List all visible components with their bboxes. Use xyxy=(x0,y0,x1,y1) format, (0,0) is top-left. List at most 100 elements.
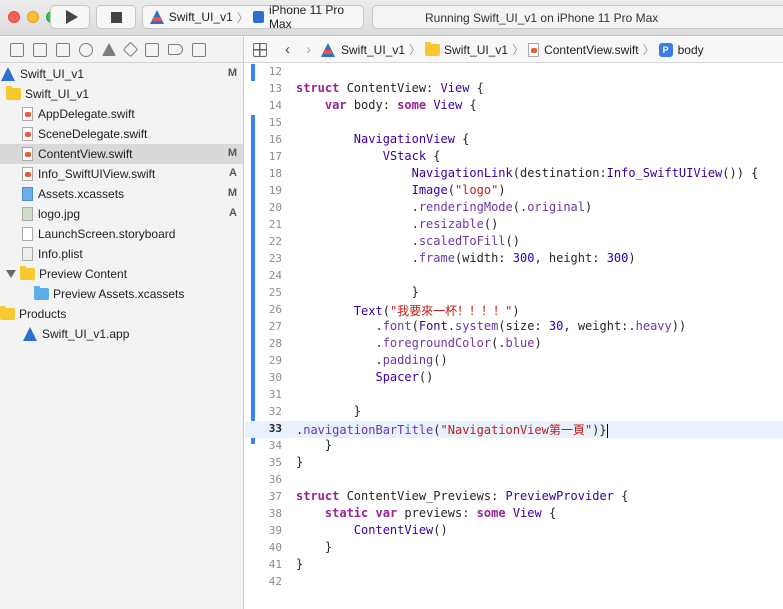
minimize-window-button[interactable] xyxy=(27,11,39,23)
line-number: 36 xyxy=(268,473,282,486)
code-line[interactable]: 16 NavigationView { xyxy=(245,132,783,149)
path-separator: 〉 xyxy=(409,43,422,57)
jump-bar-file[interactable]: ContentView.swift xyxy=(528,42,639,57)
code-line[interactable]: 26 Text("我要來一杯！！！！") xyxy=(245,302,783,319)
line-number: 16 xyxy=(268,133,282,146)
code-text: } xyxy=(296,557,304,571)
disclosure-triangle-icon[interactable] xyxy=(6,270,16,278)
code-line[interactable]: 19 Image("logo") xyxy=(245,183,783,200)
line-number: 20 xyxy=(268,201,282,214)
code-line[interactable]: 12 xyxy=(245,64,783,81)
code-line[interactable]: 39 ContentView() xyxy=(245,523,783,540)
tree-item-label: Swift_UI_v1.app xyxy=(42,327,130,341)
code-line[interactable]: 23 .frame(width: 300, height: 300) xyxy=(245,251,783,268)
tree-item-label: Products xyxy=(19,307,67,321)
code-line[interactable]: 32 } xyxy=(245,404,783,421)
tree-item-label: Assets.xcassets xyxy=(38,187,125,201)
code-line[interactable]: 17 VStack { xyxy=(245,149,783,166)
close-window-button[interactable] xyxy=(8,11,20,23)
img-file-icon xyxy=(22,207,33,221)
symbol-tab-icon[interactable] xyxy=(56,42,70,57)
jump-bar-project-label: Swift_UI_v1 xyxy=(341,42,406,57)
forward-icon[interactable]: › xyxy=(306,41,311,58)
tree-item[interactable]: Swift_UI_v1 xyxy=(0,84,243,104)
navigator-tabs xyxy=(0,37,243,63)
source-control-badge: A xyxy=(229,167,237,179)
related-items-icon[interactable] xyxy=(253,42,267,57)
code-line[interactable]: 37 struct ContentView_Previews: PreviewPr… xyxy=(245,489,783,506)
tree-item[interactable]: Info.plist xyxy=(0,244,243,264)
property-icon: P xyxy=(658,42,673,57)
code-text: } xyxy=(296,455,304,469)
code-line[interactable]: 29 .padding() xyxy=(245,353,783,370)
tree-item[interactable]: Swift_UI_v1 M xyxy=(0,64,243,84)
code-text: } xyxy=(296,404,362,418)
issue-tab-icon[interactable] xyxy=(102,43,116,56)
jump-bar-symbol[interactable]: Pbody xyxy=(658,42,704,57)
code-line[interactable]: 30 Spacer() xyxy=(245,370,783,387)
xcassets-file-icon xyxy=(22,187,33,201)
report-tab-icon[interactable] xyxy=(192,42,206,57)
code-line[interactable]: 34 } xyxy=(245,438,783,455)
path-separator: 〉 xyxy=(642,43,655,57)
tree-item[interactable]: Swift_UI_v1.app xyxy=(0,324,243,344)
back-icon[interactable]: ‹ xyxy=(285,41,290,58)
tree-item[interactable]: Preview Content xyxy=(0,264,243,284)
plist-file-icon xyxy=(22,247,33,261)
tree-item[interactable]: Info_SwiftUIView.swift A xyxy=(0,164,243,184)
tree-item[interactable]: ContentView.swift M xyxy=(0,144,243,164)
project-navigator-tab-icon[interactable] xyxy=(10,42,24,57)
jump-bar-group-label: Swift_UI_v1 xyxy=(444,42,509,57)
code-line[interactable]: 24 xyxy=(245,268,783,285)
find-tab-icon[interactable] xyxy=(79,42,93,57)
run-button[interactable] xyxy=(50,5,90,29)
jump-bar-project[interactable]: Swift_UI_v1 xyxy=(319,42,405,58)
tree-item[interactable]: SceneDelegate.swift xyxy=(0,124,243,144)
path-separator: 〉 xyxy=(512,43,525,57)
scheme-selector[interactable]: Swift_UI_v1 〉 iPhone 11 Pro Max xyxy=(142,3,364,31)
code-line[interactable]: 13 struct ContentView: View { xyxy=(245,81,783,98)
code-line[interactable]: 21 .resizable() xyxy=(245,217,783,234)
code-line[interactable]: 18 NavigationLink(destination:Info_Swift… xyxy=(245,166,783,183)
debug-tab-icon[interactable] xyxy=(145,42,159,57)
code-line[interactable]: 35} xyxy=(245,455,783,472)
code-line[interactable]: 25 } xyxy=(245,285,783,302)
line-number: 13 xyxy=(268,82,282,95)
tree-item[interactable]: Assets.xcassets M xyxy=(0,184,243,204)
code-line[interactable]: 27 .font(Font.system(size: 30, weight:.h… xyxy=(245,319,783,336)
code-line[interactable]: 22 .scaledToFill() xyxy=(245,234,783,251)
line-number: 34 xyxy=(268,439,282,452)
line-number: 32 xyxy=(268,405,282,418)
test-tab-icon[interactable] xyxy=(122,41,139,58)
code-text: NavigationLink(destination:Info_SwiftUIV… xyxy=(411,166,759,180)
tree-item[interactable]: LaunchScreen.storyboard xyxy=(0,224,243,244)
code-editor[interactable]: 12 13 struct ContentView: View {14 var bod… xyxy=(245,64,783,591)
code-line[interactable]: 38 static var previews: some View { xyxy=(245,506,783,523)
source-control-tab-icon[interactable] xyxy=(33,42,47,57)
code-line[interactable]: 14 var body: some View { xyxy=(245,98,783,115)
stop-button[interactable] xyxy=(96,5,136,29)
tree-item[interactable]: AppDelegate.swift xyxy=(0,104,243,124)
line-number: 30 xyxy=(268,371,282,384)
code-line[interactable]: 20 .renderingMode(.original) xyxy=(245,200,783,217)
code-line[interactable]: 28 .foregroundColor(.blue) xyxy=(245,336,783,353)
code-line[interactable]: 15 xyxy=(245,115,783,132)
code-line[interactable]: 36 xyxy=(245,472,783,489)
swift-file-icon xyxy=(22,107,33,121)
code-line[interactable]: 31 xyxy=(245,387,783,404)
tree-item[interactable]: logo.jpg A xyxy=(0,204,243,224)
app-icon xyxy=(22,327,38,341)
jump-bar-symbol-label: body xyxy=(677,42,704,57)
jump-bar-group[interactable]: Swift_UI_v1 xyxy=(425,41,509,57)
code-line[interactable]: 40 } xyxy=(245,540,783,557)
line-number: 33 xyxy=(268,422,282,435)
tree-item[interactable]: Products xyxy=(0,304,243,324)
breakpoint-tab-icon[interactable] xyxy=(168,44,183,55)
code-text: .renderingMode(.original) xyxy=(296,200,593,214)
code-line[interactable]: 33 .navigationBarTitle("NavigationView第一頁… xyxy=(245,421,783,438)
code-line[interactable]: 42 xyxy=(245,574,783,591)
code-text: } xyxy=(296,540,333,554)
activity-status: Running Swift_UI_v1 on iPhone 11 Pro Max xyxy=(372,5,783,29)
tree-item[interactable]: Preview Assets.xcassets xyxy=(0,284,243,304)
code-line[interactable]: 41} xyxy=(245,557,783,574)
